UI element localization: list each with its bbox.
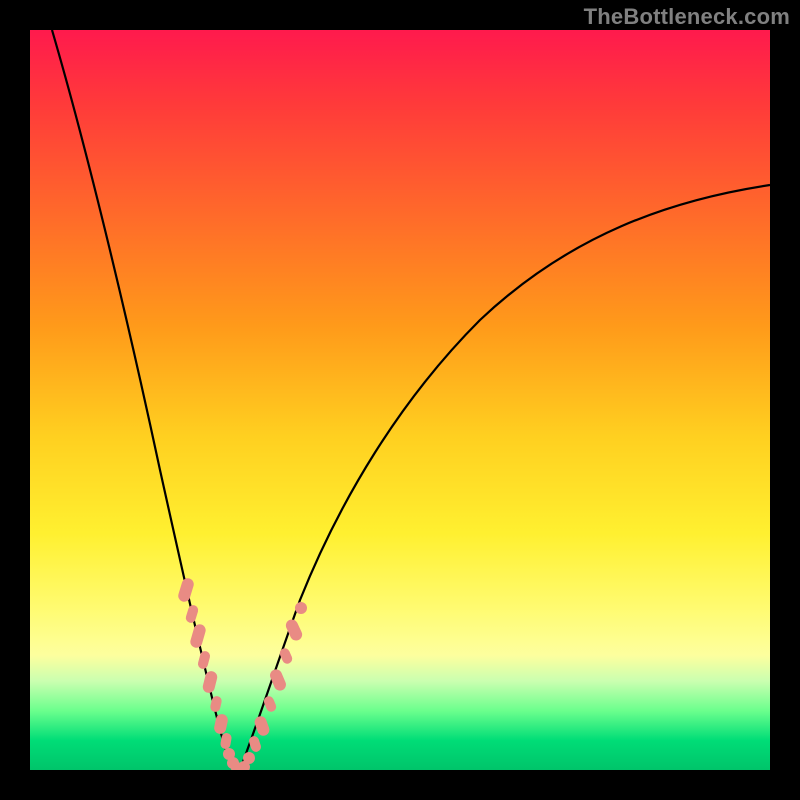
bottleneck-curve-right (240, 185, 770, 770)
watermark-text: TheBottleneck.com (584, 4, 790, 30)
plot-area (30, 30, 770, 770)
data-points-left (177, 577, 243, 770)
chart-canvas: TheBottleneck.com (0, 0, 800, 800)
curve-layer (30, 30, 770, 770)
